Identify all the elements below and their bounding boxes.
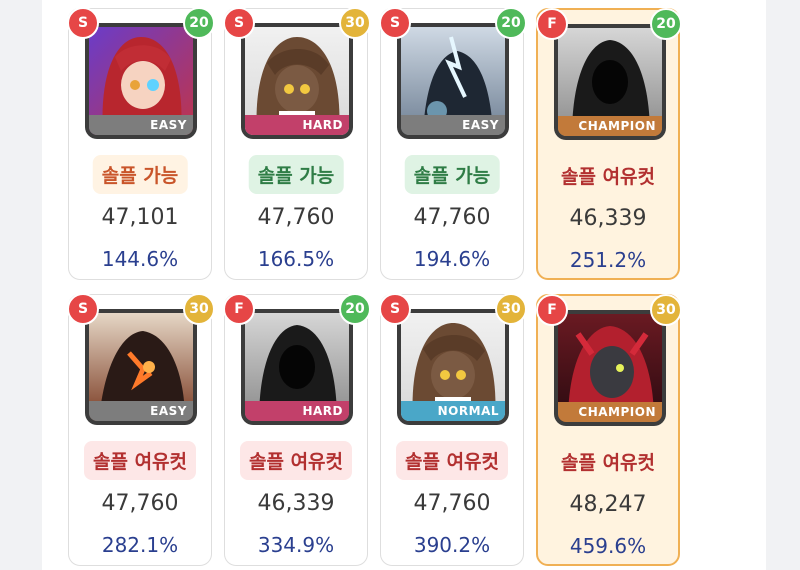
- difficulty-badge: EASY: [89, 115, 193, 135]
- damage-ratio-value: 251.2%: [569, 248, 647, 272]
- grade-badge: F: [223, 293, 255, 325]
- level-badge: 20: [183, 7, 215, 39]
- solo-status-label: 솔플 여유컷: [239, 441, 353, 480]
- combat-power-value: 47,101: [101, 205, 179, 230]
- grade-badge: F: [536, 294, 568, 326]
- combat-power-value: 47,760: [413, 491, 491, 516]
- combat-power-value: 47,760: [257, 205, 335, 230]
- solo-status-label: 솔플 가능: [248, 155, 344, 194]
- level-badge: 30: [339, 7, 371, 39]
- boss-thumbnail: NORMAL: [397, 309, 509, 425]
- grade-badge: S: [379, 7, 411, 39]
- boss-card[interactable]: EASY S 20 솔플 가능 47,760 194.6%: [379, 7, 527, 280]
- boss-card[interactable]: NORMAL S 30 솔플 여유컷 47,760 390.2%: [379, 293, 527, 566]
- difficulty-badge: CHAMPION: [558, 402, 662, 422]
- level-badge: 30: [183, 293, 215, 325]
- damage-ratio-value: 194.6%: [413, 247, 491, 271]
- level-badge: 20: [650, 8, 682, 40]
- boss-thumbnail: HARD: [241, 309, 353, 425]
- solo-status-label: 솔플 가능: [92, 155, 188, 194]
- boss-card[interactable]: EASY S 20 솔플 가능 47,101 144.6%: [67, 7, 215, 280]
- difficulty-badge: NORMAL: [401, 401, 505, 421]
- grade-badge: S: [67, 293, 99, 325]
- combat-power-value: 47,760: [101, 491, 179, 516]
- boss-card[interactable]: HARD S 30 솔플 가능 47,760 166.5%: [223, 7, 371, 280]
- boss-thumbnail: EASY: [85, 309, 197, 425]
- difficulty-badge: HARD: [245, 401, 349, 421]
- difficulty-badge: EASY: [89, 401, 193, 421]
- level-badge: 30: [650, 294, 682, 326]
- difficulty-badge: CHAMPION: [558, 116, 662, 136]
- damage-ratio-value: 390.2%: [413, 533, 491, 557]
- grade-badge: S: [379, 293, 411, 325]
- combat-power-value: 46,339: [569, 206, 647, 231]
- damage-ratio-value: 334.9%: [257, 533, 335, 557]
- solo-status-label: 솔플 가능: [404, 155, 500, 194]
- boss-thumbnail: EASY: [85, 23, 197, 139]
- level-badge: 20: [339, 293, 371, 325]
- level-badge: 20: [495, 7, 527, 39]
- solo-status-label: 솔플 여유컷: [560, 452, 656, 474]
- solo-status-label: 솔플 여유컷: [560, 166, 656, 188]
- damage-ratio-value: 144.6%: [101, 247, 179, 271]
- solo-status-label: 솔플 여유컷: [83, 441, 197, 480]
- damage-ratio-value: 459.6%: [569, 534, 647, 558]
- boss-thumbnail: CHAMPION: [554, 310, 666, 426]
- grade-badge: S: [223, 7, 255, 39]
- grade-badge: S: [67, 7, 99, 39]
- combat-power-value: 46,339: [257, 491, 335, 516]
- difficulty-badge: HARD: [245, 115, 349, 135]
- boss-list-page: EASY S 20 솔플 가능 47,101 144.6% HARD S 30 …: [42, 0, 766, 570]
- grade-badge: F: [536, 8, 568, 40]
- boss-card[interactable]: CHAMPION F 20 솔플 여유컷 46,339 251.2%: [536, 8, 682, 280]
- combat-power-value: 48,247: [569, 492, 647, 517]
- damage-ratio-value: 282.1%: [101, 533, 179, 557]
- boss-thumbnail: EASY: [397, 23, 509, 139]
- boss-thumbnail: CHAMPION: [554, 24, 666, 140]
- boss-card[interactable]: EASY S 30 솔플 여유컷 47,760 282.1%: [67, 293, 215, 566]
- difficulty-badge: EASY: [401, 115, 505, 135]
- combat-power-value: 47,760: [413, 205, 491, 230]
- solo-status-label: 솔플 여유컷: [395, 441, 509, 480]
- level-badge: 30: [495, 293, 527, 325]
- damage-ratio-value: 166.5%: [257, 247, 335, 271]
- boss-card[interactable]: HARD F 20 솔플 여유컷 46,339 334.9%: [223, 293, 371, 566]
- boss-thumbnail: HARD: [241, 23, 353, 139]
- boss-card[interactable]: CHAMPION F 30 솔플 여유컷 48,247 459.6%: [536, 294, 682, 566]
